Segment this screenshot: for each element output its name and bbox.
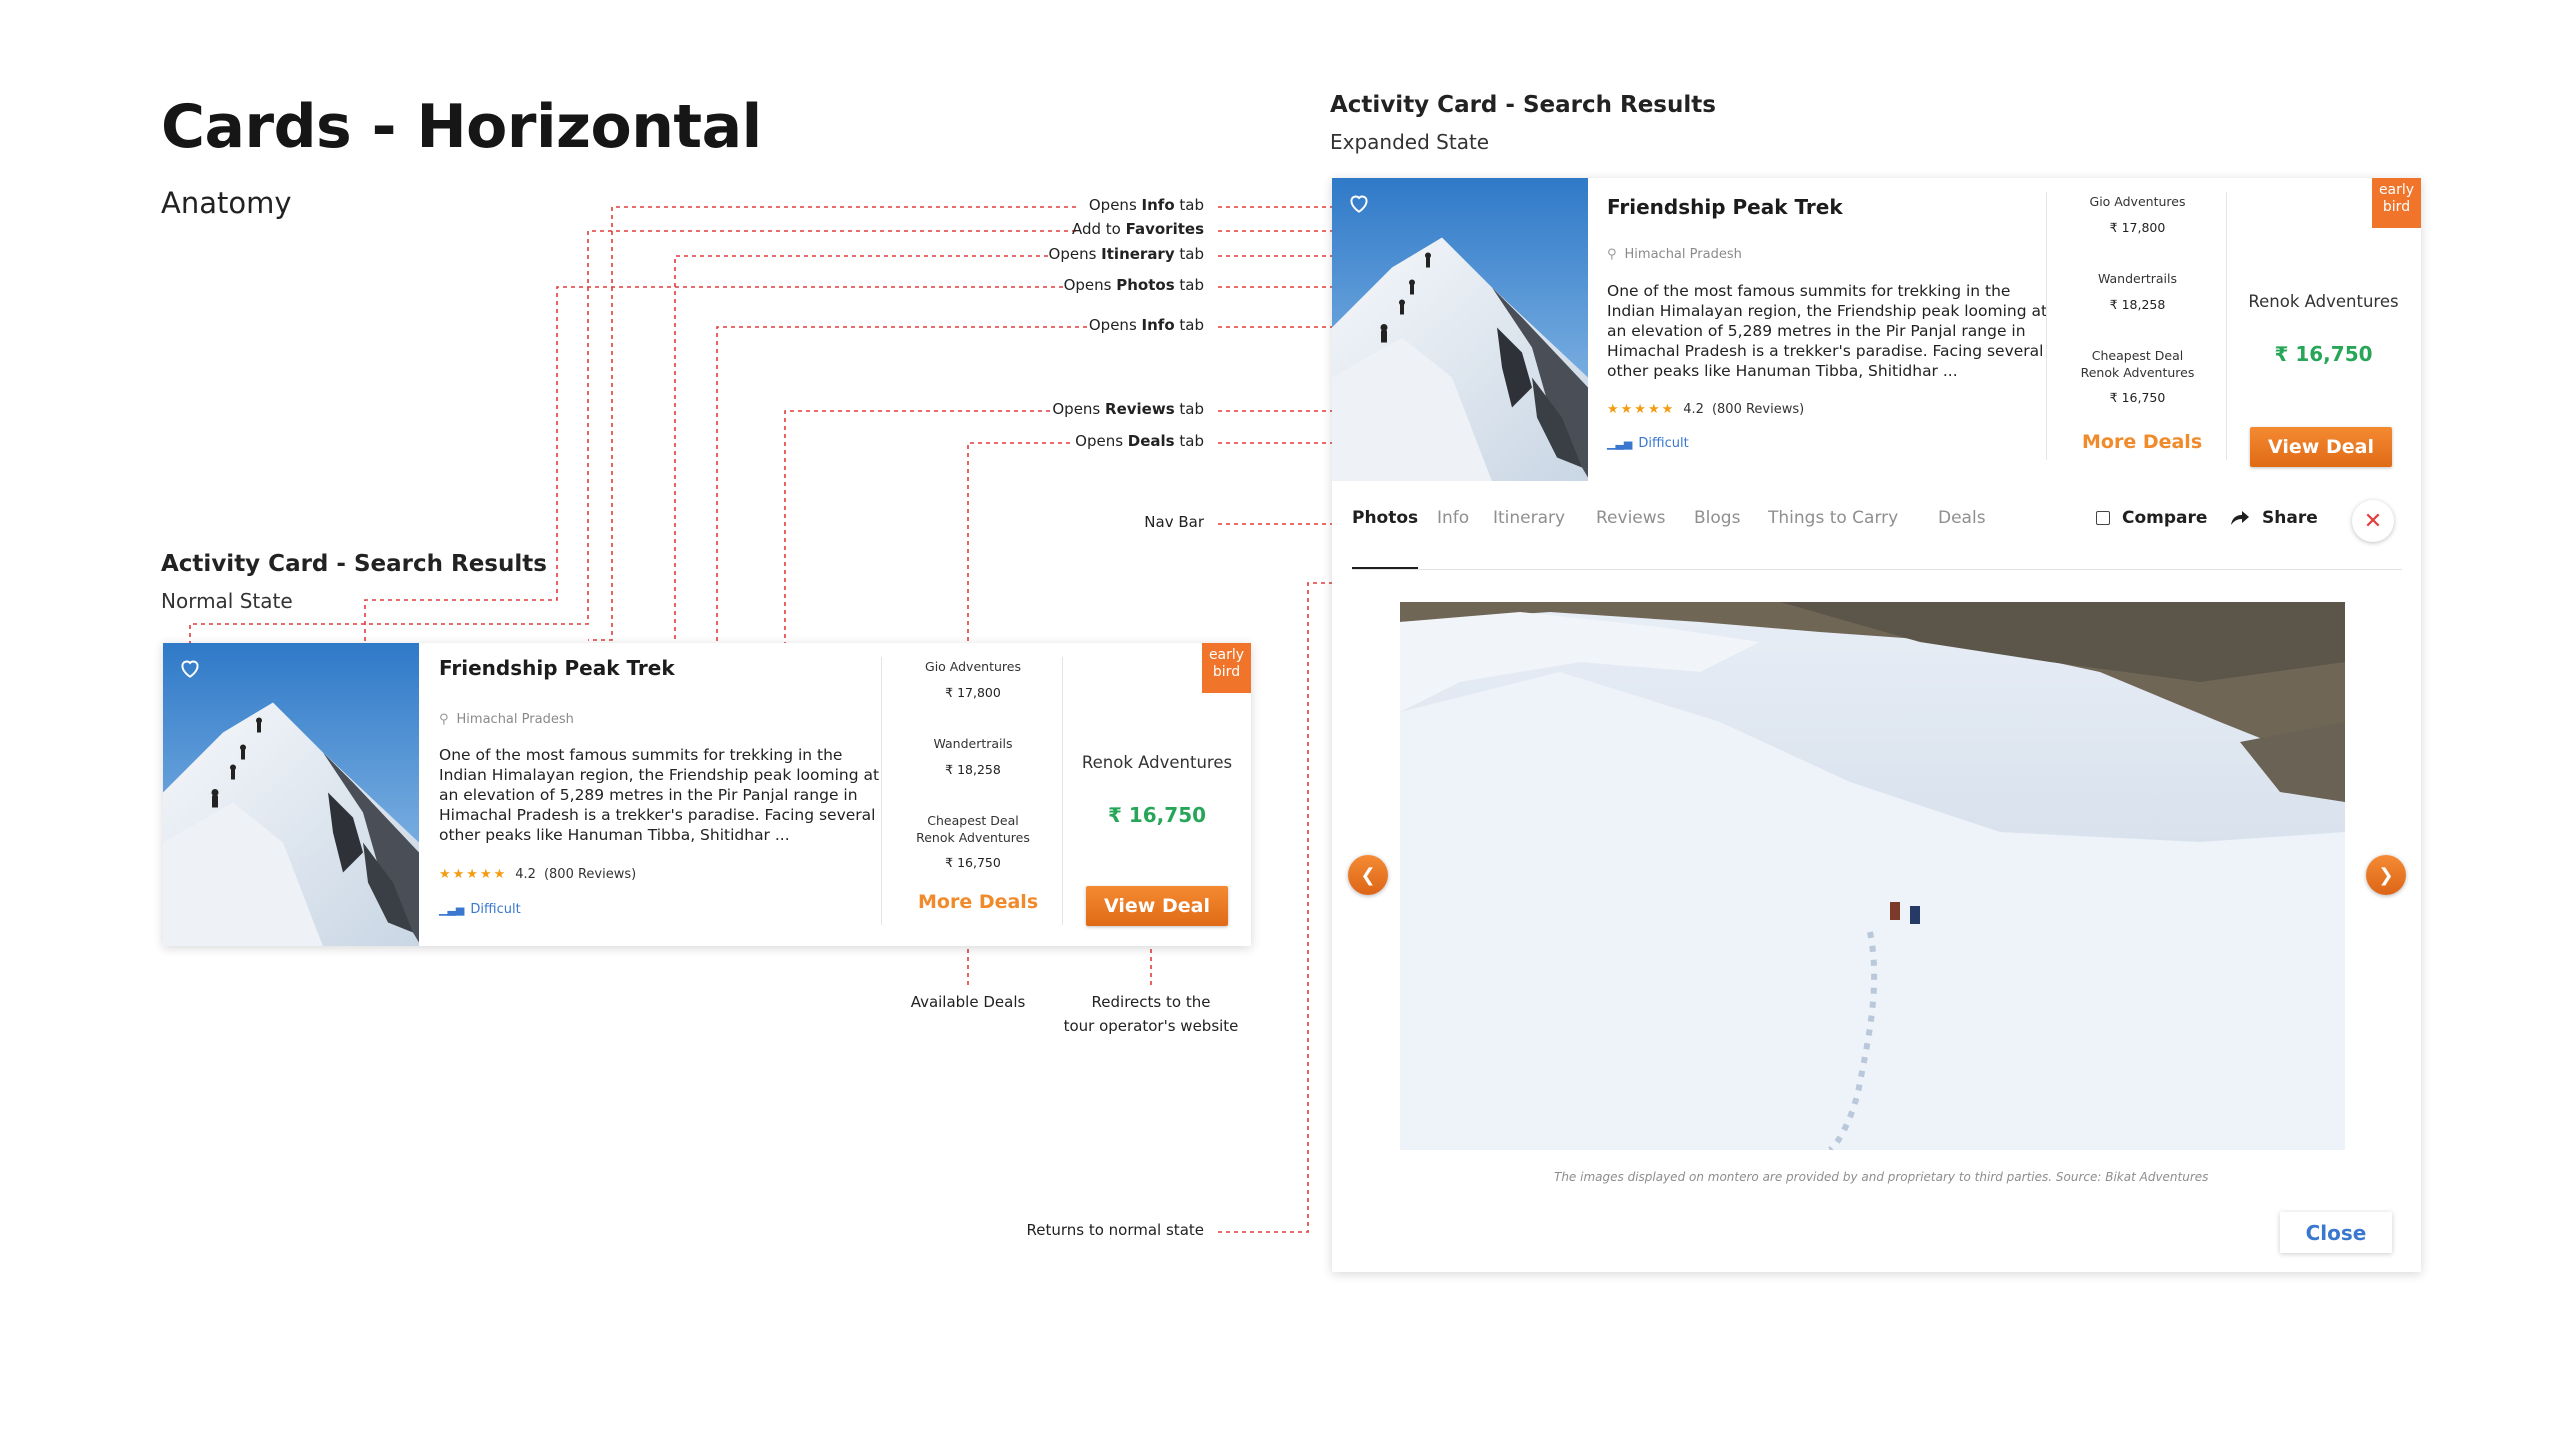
normal-section-title: Activity Card - Search Results <box>161 551 547 577</box>
compare-toggle[interactable]: Compare <box>2096 508 2207 528</box>
photo-caption: The images displayed on montero are prov… <box>1554 1170 2209 1184</box>
heart-icon[interactable] <box>1346 190 1372 216</box>
compare-checkbox[interactable] <box>2096 511 2110 525</box>
more-deals-link[interactable]: More Deals <box>2082 431 2202 453</box>
operator-name: Wandertrails <box>933 736 1013 751</box>
annotation-opens-info: Opens Info tab <box>1088 196 1204 214</box>
tab-deals[interactable]: Deals <box>1938 508 1986 528</box>
tab-photos[interactable]: Photos <box>1352 508 1418 528</box>
card-description[interactable]: One of the most famous summits for trekk… <box>439 745 887 845</box>
cheapest-deal: Cheapest Deal Renok Adventures <box>2080 348 2195 380</box>
best-deal-price: ₹ 16,750 <box>2274 342 2373 366</box>
card-title[interactable]: Friendship Peak Trek <box>1607 195 1843 219</box>
operator-price: ₹ 17,800 <box>945 685 1001 700</box>
operator-name: Gio Adventures <box>2089 194 2186 209</box>
operator-name: Wandertrails <box>2097 271 2178 286</box>
left-leader-favorites <box>189 230 1076 655</box>
difficulty-label: Difficult <box>1638 436 1689 451</box>
star-icon: ★★★★★ <box>1607 402 1676 417</box>
operator-price: ₹ 17,800 <box>2109 220 2166 235</box>
annotation-returns: Returns to normal state <box>1026 1221 1204 1239</box>
activity-card-normal[interactable]: Friendship Peak Trek ⚲ Himachal Pradesh … <box>163 643 1251 946</box>
page-title: Cards - Horizontal <box>161 92 762 162</box>
close-button[interactable]: Close <box>2280 1212 2392 1253</box>
card-location: ⚲ Himachal Pradesh <box>439 712 574 727</box>
location-pin-icon: ⚲ <box>439 712 449 727</box>
difficulty-label: Difficult <box>470 902 521 917</box>
compare-label: Compare <box>2122 508 2208 528</box>
rating-value: 4.2 <box>1683 402 1704 417</box>
close-icon[interactable]: ✕ <box>2352 500 2394 542</box>
review-count: (800 Reviews) <box>543 867 637 882</box>
chevron-right-icon[interactable]: ❯ <box>2366 855 2406 895</box>
normal-section-subtitle: Normal State <box>161 589 293 613</box>
annotation-opens-itinerary: Opens Itinerary tab <box>1048 245 1204 263</box>
annotation-opens-photos: Opens Photos tab <box>1063 276 1204 294</box>
photo-gallery[interactable] <box>1400 602 2345 1150</box>
divider <box>2046 192 2047 460</box>
heart-icon[interactable] <box>177 655 203 681</box>
annotation-redirects: Redirects to the tour operator's website <box>1063 993 1239 1035</box>
signal-bars-icon: ▁▃▅ <box>439 903 465 916</box>
cheapest-price: ₹ 16,750 <box>2109 390 2166 405</box>
card-image[interactable] <box>1332 178 1588 481</box>
rating-value: 4.2 <box>515 867 536 882</box>
early-bird-badge: early bird <box>1202 643 1251 693</box>
annotation-opens-info-desc: Opens Info tab <box>1088 316 1204 334</box>
expanded-section-subtitle: Expanded State <box>1330 130 1490 154</box>
cheapest-deal: Cheapest Deal Renok Adventures <box>916 813 1030 845</box>
star-icon: ★★★★★ <box>439 867 508 882</box>
card-rating[interactable]: ★★★★★ 4.2 (800 Reviews) <box>1607 402 1804 417</box>
left-leader-photos <box>364 286 1063 680</box>
more-deals-link[interactable]: More Deals <box>918 891 1038 913</box>
location-pin-icon: ⚲ <box>1607 247 1617 262</box>
view-deal-button[interactable]: View Deal <box>2250 427 2392 467</box>
cheapest-price: ₹ 16,750 <box>945 855 1001 870</box>
annotation-available-deals: Available Deals <box>910 993 1026 1011</box>
card-difficulty: ▁▃▅ Difficult <box>439 902 521 917</box>
mountain-peak-image <box>163 643 419 946</box>
chevron-left-icon[interactable]: ❮ <box>1348 855 1388 895</box>
tab-things-to-carry[interactable]: Things to Carry <box>1768 508 1898 528</box>
share-button[interactable]: Share <box>2230 508 2318 528</box>
card-difficulty: ▁▃▅ Difficult <box>1607 436 1689 451</box>
card-description[interactable]: One of the most famous summits for trekk… <box>1607 281 2055 381</box>
view-deal-button[interactable]: View Deal <box>1086 886 1228 926</box>
location-label: Himachal Pradesh <box>1624 247 1742 262</box>
mountain-peak-image <box>1332 178 1588 481</box>
card-image[interactable] <box>163 643 419 946</box>
divider <box>1062 657 1063 925</box>
location-label: Himachal Pradesh <box>456 712 574 727</box>
annotation-nav-bar: Nav Bar <box>1144 513 1204 531</box>
operator-price: ₹ 18,258 <box>2109 297 2166 312</box>
expanded-section-title: Activity Card - Search Results <box>1330 92 1716 118</box>
tab-blogs[interactable]: Blogs <box>1694 508 1740 528</box>
divider <box>2226 192 2227 460</box>
tab-itinerary[interactable]: Itinerary <box>1493 508 1565 528</box>
card-rating[interactable]: ★★★★★ 4.2 (800 Reviews) <box>439 867 636 882</box>
best-deal-operator: Renok Adventures <box>1081 753 1233 772</box>
best-deal-price: ₹ 16,750 <box>1107 803 1207 827</box>
activity-card-expanded[interactable]: Friendship Peak Trek ⚲ Himachal Pradesh … <box>1332 178 2421 1272</box>
operator-name: Gio Adventures <box>925 659 1021 674</box>
best-deal-operator: Renok Adventures <box>2248 292 2399 311</box>
tab-info[interactable]: Info <box>1437 508 1469 528</box>
annotation-add-favorites: Add to Favorites <box>1071 220 1204 238</box>
share-arrow-icon <box>2231 511 2249 525</box>
annotation-opens-deals: Opens Deals tab <box>1075 432 1204 450</box>
page-subtitle: Anatomy <box>161 186 292 220</box>
share-label: Share <box>2262 508 2318 528</box>
tab-reviews[interactable]: Reviews <box>1596 508 1666 528</box>
nav-divider <box>1352 569 2402 570</box>
review-count: (800 Reviews) <box>1711 402 1805 417</box>
operator-price: ₹ 18,258 <box>945 762 1001 777</box>
snow-valley-photo <box>1400 602 2345 1150</box>
left-leader-info-title <box>588 206 1076 641</box>
card-title[interactable]: Friendship Peak Trek <box>439 656 675 680</box>
divider <box>881 657 882 925</box>
card-location: ⚲ Himachal Pradesh <box>1607 247 1742 262</box>
signal-bars-icon: ▁▃▅ <box>1607 437 1633 450</box>
early-bird-badge: early bird <box>2372 178 2421 228</box>
annotation-opens-reviews: Opens Reviews tab <box>1052 400 1204 418</box>
